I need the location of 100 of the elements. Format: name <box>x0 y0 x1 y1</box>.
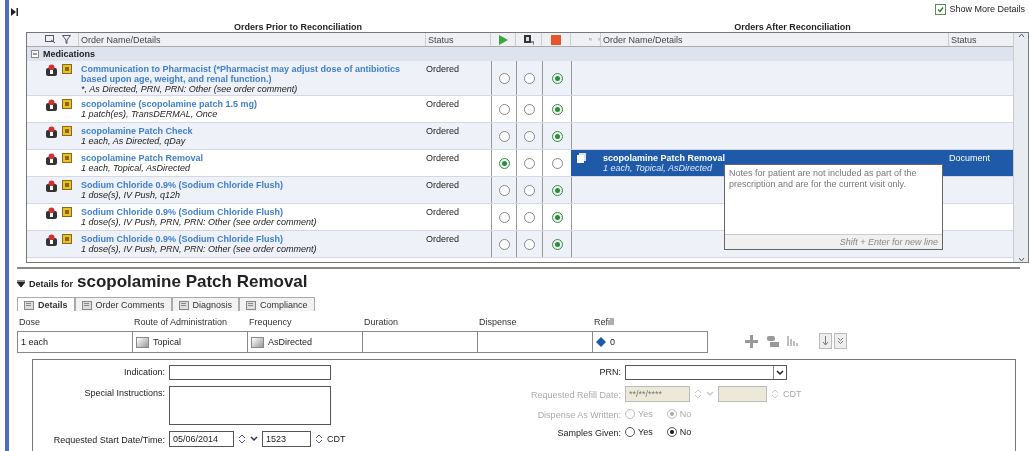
collapse-icon[interactable] <box>17 280 25 287</box>
scroll-down-icon[interactable] <box>1017 257 1025 262</box>
order-status: Document <box>949 153 991 163</box>
radio-button[interactable] <box>498 103 510 115</box>
text-area[interactable] <box>169 386 331 425</box>
field-label: PRN: <box>598 366 621 377</box>
order-name[interactable]: Sodium Chloride 0.9% (Sodium Chloride Flush) <box>81 234 283 244</box>
radio-button[interactable] <box>524 103 535 115</box>
order-details: 1 each, Topical, AsDirected <box>603 163 712 173</box>
input-field[interactable] <box>477 331 593 353</box>
expand-icon[interactable] <box>11 8 18 16</box>
play-icon[interactable] <box>498 34 508 45</box>
radio-button[interactable] <box>498 184 510 196</box>
field-label: Requested Start Date/Time: <box>52 434 165 445</box>
field-label: Dispense As Written: <box>536 409 621 420</box>
checkbox[interactable] <box>935 3 947 15</box>
order-status: Ordered <box>426 207 460 217</box>
time-field[interactable]: 1523 <box>262 431 311 447</box>
lookup-field[interactable]: AsDirected <box>247 331 363 353</box>
radio-button[interactable] <box>551 184 563 196</box>
field-label: Requested Refill Date: <box>529 389 621 400</box>
field-label: Special Instructions: <box>83 387 165 398</box>
radio-button[interactable] <box>551 211 563 223</box>
lookup-field[interactable]: Topical <box>132 331 248 353</box>
medication-icon <box>45 99 58 111</box>
stack-icon[interactable] <box>766 334 779 348</box>
scrollbar[interactable] <box>1013 33 1028 262</box>
order-status: Ordered <box>426 180 460 190</box>
dropdown-icon[interactable] <box>773 366 786 379</box>
input-field[interactable] <box>362 331 478 353</box>
radio-button[interactable] <box>551 157 563 169</box>
tab[interactable]: Details <box>17 297 75 311</box>
column-header[interactable]: Order Name/Details <box>79 33 426 46</box>
radio-button[interactable] <box>524 211 535 223</box>
dropdown-icon[interactable] <box>250 435 258 443</box>
order-status: Ordered <box>426 126 460 136</box>
input-field[interactable] <box>169 365 331 380</box>
order-details: 1 dose(s), IV Push, q12h <box>81 190 181 200</box>
diamond-icon <box>596 337 606 347</box>
order-icon <box>62 207 72 217</box>
order-name[interactable]: Sodium Chloride 0.9% (Sodium Chloride Flush) <box>81 207 283 217</box>
order-name[interactable]: scopolamine Patch Removal <box>81 153 204 163</box>
radio-button[interactable] <box>551 103 563 115</box>
medication-icon <box>45 234 58 246</box>
field-label: Indication: <box>122 366 165 377</box>
radio-button[interactable] <box>524 238 535 250</box>
order-name[interactable]: scopolamine Patch Check <box>81 126 193 136</box>
order-name[interactable]: Sodium Chloride 0.9% (Sodium Chloride Flush) <box>81 180 283 190</box>
radio-label: No <box>679 427 692 437</box>
radio-button[interactable] <box>498 72 510 84</box>
order-name[interactable]: Communication to Pharmacist (*Pharmacist may adjust dose of antibiotics based upon age, weight, and renal function.) <box>81 64 426 84</box>
details-label: Details for <box>29 279 73 289</box>
column-header[interactable]: Order Name/Details <box>601 33 949 46</box>
radio-button[interactable] <box>524 72 535 84</box>
radio-button[interactable] <box>498 157 510 169</box>
download-icon[interactable] <box>819 333 832 349</box>
stop-icon[interactable] <box>551 34 561 45</box>
radio-button[interactable] <box>524 184 535 196</box>
checkbox-label: Show More Details <box>949 4 1025 14</box>
dropdown[interactable] <box>625 365 787 380</box>
refill-field[interactable]: 0 <box>592 331 708 353</box>
plus-icon[interactable] <box>745 334 758 348</box>
field-label: Refill <box>593 317 615 329</box>
scroll-up-icon[interactable] <box>1017 33 1025 38</box>
order-details: *, As Directed, PRN, PRN: Other (see order comment) <box>81 84 298 94</box>
order-name[interactable]: scopolamine Patch Removal <box>603 153 726 163</box>
radio-button[interactable] <box>524 157 535 169</box>
radio-button[interactable] <box>524 130 535 142</box>
radio-button[interactable] <box>551 72 563 84</box>
spinner-icon[interactable] <box>238 433 246 445</box>
radio-button[interactable] <box>551 130 563 142</box>
list-icon <box>24 299 35 310</box>
order-details: 1 dose(s), IV Push, PRN, PRN: Other (see order comment) <box>81 244 317 254</box>
section-title: Orders After Reconciliation <box>734 22 851 32</box>
field-label: Frequency <box>248 317 293 329</box>
date-field[interactable]: 05/06/2014 <box>169 431 234 447</box>
radio-button[interactable] <box>498 238 510 250</box>
input-field[interactable]: 1 each <box>17 331 133 353</box>
bar-chart-icon[interactable] <box>787 335 799 347</box>
field-label: Dispense <box>478 317 518 329</box>
group-label: Medications <box>43 49 95 59</box>
note-hint: Shift + Enter for new line <box>725 234 942 249</box>
spinner-icon[interactable] <box>315 433 323 445</box>
document-icon <box>577 153 586 163</box>
tab[interactable]: Compliance <box>239 297 315 311</box>
order-icon <box>62 99 72 109</box>
radio-button[interactable] <box>498 211 510 223</box>
note-popup[interactable]: Notes for patient are not included as part of the prescription and are for the current visit only. Shift + Enter for new line <box>724 164 943 250</box>
order-name[interactable]: scopolamine (scopolamine patch 1.5 mg) <box>81 99 258 109</box>
tab[interactable]: Order Comments <box>74 297 172 311</box>
radio-button[interactable] <box>551 238 563 250</box>
radio-button[interactable] <box>498 130 510 142</box>
order-details: 1 patch(es), TransDERMAL, Once <box>81 109 218 119</box>
tab[interactable]: Diagnosis <box>171 297 240 311</box>
chevron-icon[interactable] <box>834 333 847 349</box>
field-label: Dose <box>18 317 41 329</box>
order-icon <box>62 64 72 74</box>
modify-icon[interactable] <box>523 34 534 45</box>
section-title: Orders Prior to Reconciliation <box>234 22 362 32</box>
column-header[interactable]: Status <box>426 33 491 46</box>
